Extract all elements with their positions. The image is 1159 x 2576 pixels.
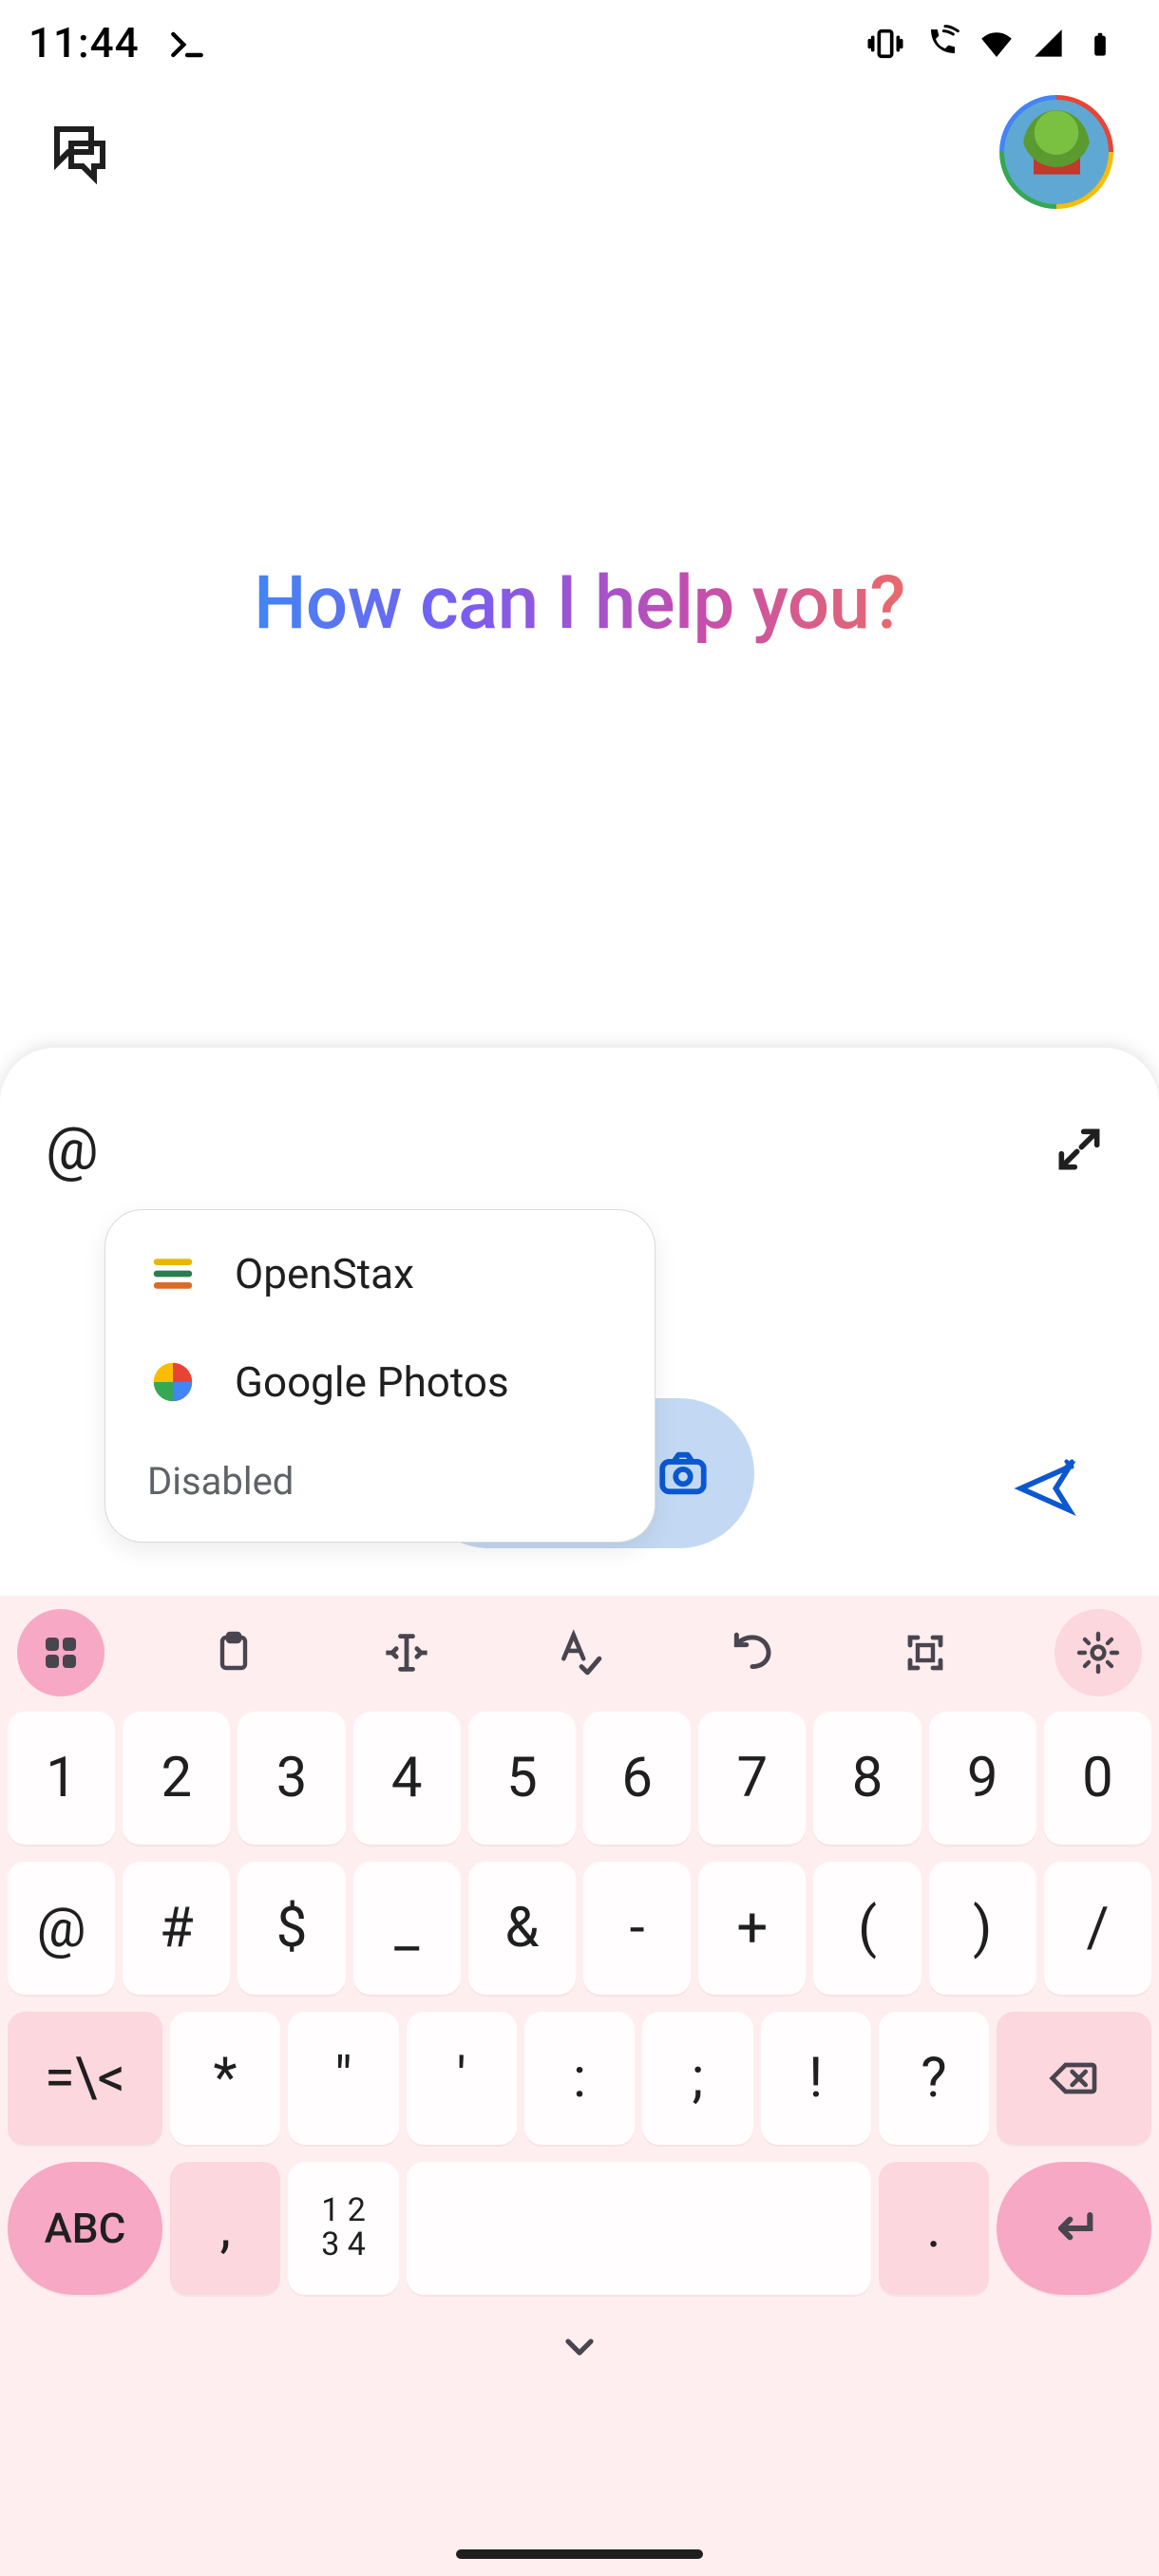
key-comma[interactable]: , (170, 2162, 280, 2295)
key-0[interactable]: 0 (1044, 1712, 1151, 1845)
key-"[interactable]: " (288, 2012, 398, 2145)
status-clock: 11:44 (28, 18, 140, 67)
key-backspace[interactable] (997, 2012, 1151, 2145)
key-abc[interactable]: ABC (8, 2162, 162, 2295)
nav-pill[interactable] (456, 2549, 703, 2559)
mention-item-label: Google Photos (235, 1357, 509, 1407)
vibrate-icon (866, 24, 904, 62)
undo-icon[interactable] (709, 1609, 796, 1696)
kb-row-3: =\< *"':;!? (8, 2012, 1151, 2145)
key-5[interactable]: 5 (468, 1712, 576, 1845)
key-enter[interactable] (997, 2162, 1151, 2295)
scan-icon[interactable] (882, 1609, 969, 1696)
wifi-calling-icon (922, 24, 960, 62)
clipboard-icon[interactable] (190, 1609, 277, 1696)
key-2[interactable]: 2 (123, 1712, 230, 1845)
mention-item-label: OpenStax (235, 1249, 414, 1298)
key-space[interactable] (407, 2162, 871, 2295)
key-7[interactable]: 7 (698, 1712, 806, 1845)
avatar-image (1004, 100, 1109, 204)
account-avatar[interactable] (999, 95, 1113, 209)
key-:[interactable]: : (524, 2012, 635, 2145)
key--[interactable]: - (583, 1862, 691, 1995)
key-*[interactable]: * (170, 2012, 280, 2145)
key-_[interactable]: _ (353, 1862, 461, 1995)
composer-sheet: @ OpenStax (0, 1048, 1159, 1596)
settings-icon[interactable] (1054, 1609, 1142, 1696)
mention-disabled-label: Disabled (105, 1436, 655, 1542)
mention-item-google-photos[interactable]: Google Photos (105, 1328, 655, 1436)
key-symbols-mode[interactable]: =\< (8, 2012, 162, 2145)
key-1[interactable]: 1 (8, 1712, 115, 1845)
key-;[interactable]: ; (642, 2012, 752, 2145)
key-&[interactable]: & (468, 1862, 576, 1995)
key-3[interactable]: 3 (238, 1712, 345, 1845)
keyboard-collapse[interactable] (0, 2295, 1159, 2399)
key-+[interactable]: + (698, 1862, 806, 1995)
spellcheck-icon[interactable] (536, 1609, 623, 1696)
key-'[interactable]: ' (407, 2012, 517, 2145)
expand-icon[interactable] (1053, 1123, 1106, 1176)
key-6[interactable]: 6 (583, 1712, 691, 1845)
terminal-icon (166, 24, 204, 62)
key-8[interactable]: 8 (813, 1712, 921, 1845)
conversations-icon[interactable] (46, 118, 114, 186)
openstax-icon (147, 1248, 199, 1299)
wifi-icon (977, 24, 1015, 62)
grid-icon[interactable] (17, 1609, 104, 1696)
key-?[interactable]: ? (879, 2012, 989, 2145)
composer-input[interactable]: @ (46, 1114, 99, 1184)
keyboard-toolbar (0, 1596, 1159, 1708)
mention-item-openstax[interactable]: OpenStax (105, 1220, 655, 1328)
hero-greeting: How can I help you? (0, 560, 1159, 647)
key-4[interactable]: 4 (353, 1712, 461, 1845)
battery-icon (1087, 24, 1125, 62)
cell-icon (1032, 24, 1070, 62)
send-button[interactable] (1013, 1456, 1077, 1521)
kb-row-1: 1234567890 (8, 1712, 1151, 1845)
kb-row-4: ABC , 1 2 3 4 . (8, 2162, 1151, 2295)
google-photos-icon (147, 1356, 199, 1408)
key-![interactable]: ! (761, 2012, 871, 2145)
text-cursor-icon[interactable] (363, 1609, 450, 1696)
key-([interactable]: ( (813, 1862, 921, 1995)
key-/[interactable]: / (1044, 1862, 1151, 1995)
key-period[interactable]: . (879, 2162, 989, 2295)
mention-popover: OpenStax Google Photos Disabled (104, 1209, 656, 1543)
soft-keyboard: 1234567890 @#$_&-+()/ =\< *"':;!? ABC , … (0, 1596, 1159, 2576)
status-bar: 11:44 (0, 0, 1159, 85)
key-numpad[interactable]: 1 2 3 4 (288, 2162, 398, 2295)
key-9[interactable]: 9 (929, 1712, 1036, 1845)
key-)[interactable]: ) (929, 1862, 1036, 1995)
app-header (0, 85, 1159, 218)
key-#[interactable]: # (123, 1862, 230, 1995)
kb-row-2: @#$_&-+()/ (8, 1862, 1151, 1995)
key-@[interactable]: @ (8, 1862, 115, 1995)
key-$[interactable]: $ (238, 1862, 345, 1995)
